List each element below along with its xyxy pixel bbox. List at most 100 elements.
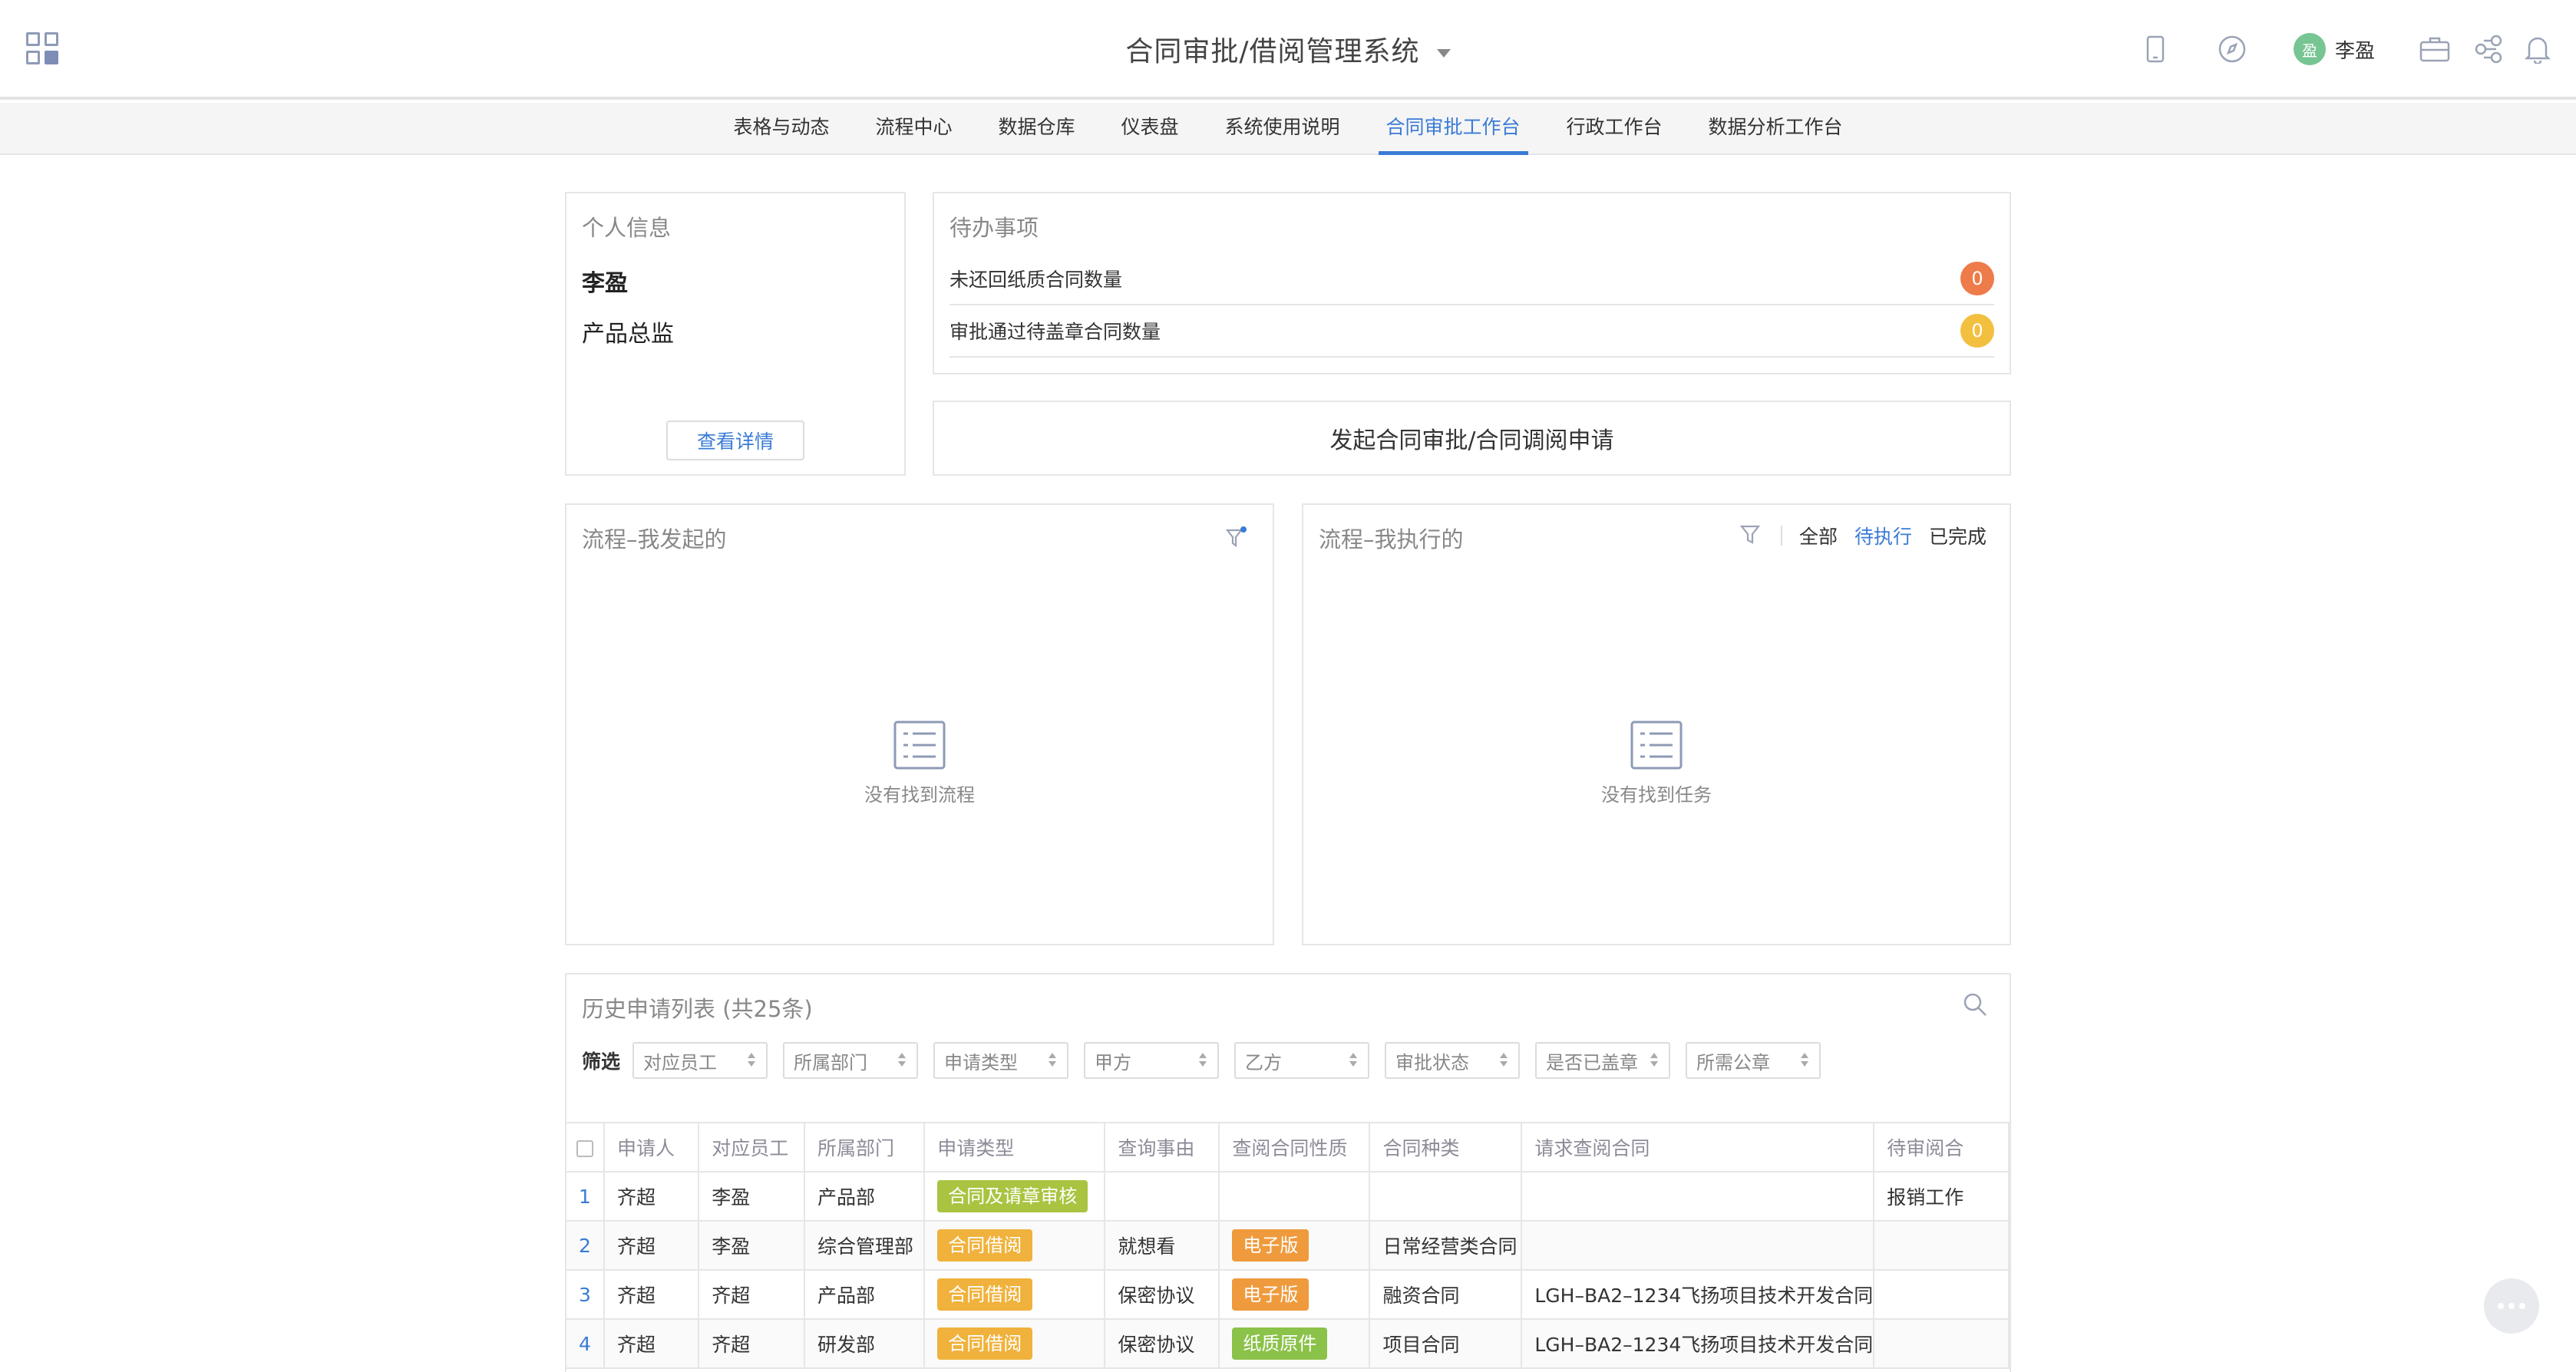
todo-item-pending-seal[interactable]: 审批通过待盖章合同数量 0 <box>949 305 1994 358</box>
nav-item-analytics-workbench[interactable]: 数据分析工作台 <box>1709 103 1843 155</box>
contract-cell: LGH–BA2–1234飞扬项目技术开发合同 <box>1521 1319 1875 1369</box>
filter-sealed[interactable]: 是否已盖章 <box>1535 1042 1671 1079</box>
flow-tabs: 全部 待执行 已完成 <box>1739 522 1986 549</box>
nav-item-dashboard[interactable]: 仪表盘 <box>1121 103 1178 155</box>
flow-started-panel: 流程–我发起的 没有找到流程 <box>565 503 1274 945</box>
app-title: 合同审批/借阅管理系统 <box>1125 36 1420 68</box>
todo-item-unreturned[interactable]: 未还回纸质合同数量 0 <box>949 253 1994 305</box>
filter-icon[interactable] <box>1739 523 1761 548</box>
tag-badge: 合同借阅 <box>937 1229 1033 1262</box>
select-placeholder: 是否已盖章 <box>1546 1051 1639 1074</box>
empty-state: 没有找到任务 <box>1303 720 2010 806</box>
pending-review-cell[interactable]: 报销工作 <box>1874 1172 2010 1222</box>
more-actions-button[interactable] <box>2484 1278 2539 1334</box>
pending-review-cell[interactable] <box>1874 1221 2010 1271</box>
user-full-name: 李盈 <box>582 270 628 297</box>
select-placeholder: 对应员工 <box>643 1051 718 1074</box>
compass-icon[interactable] <box>2214 31 2251 68</box>
pending-review-cell[interactable] <box>1874 1319 2010 1369</box>
tab-all[interactable]: 全部 <box>1799 522 1838 549</box>
column-header[interactable]: 合同种类 <box>1369 1122 1523 1172</box>
column-header[interactable]: 待审阅合 <box>1874 1122 2010 1172</box>
column-header[interactable]: 查阅合同性质 <box>1219 1122 1371 1172</box>
select-placeholder: 乙方 <box>1245 1051 1283 1074</box>
table-row[interactable]: 3 齐超 齐超 产品部 合同借阅 保密协议 电子版 融资合同 LGH–BA2–1234飞扬项目技… <box>566 1270 2010 1320</box>
panel-title: 待办事项 <box>949 215 1039 241</box>
column-header[interactable]: 请求查阅合同 <box>1521 1122 1875 1172</box>
select-placeholder: 所属部门 <box>794 1051 868 1074</box>
bell-icon[interactable] <box>2519 31 2556 68</box>
nav-item-flow-center[interactable]: 流程中心 <box>875 103 952 155</box>
column-header[interactable]: 对应员工 <box>698 1122 805 1172</box>
todo-label: 未还回纸质合同数量 <box>949 269 1123 291</box>
todo-panel: 待办事项 未还回纸质合同数量 0 审批通过待盖章合同数量 0 <box>933 192 2011 374</box>
employee-cell: 李盈 <box>698 1172 805 1222</box>
history-panel: 历史申请列表 (共25条) 筛选 对应员工 所属部门 申请类型 甲方 乙方 审批… <box>565 973 2011 1372</box>
row-index: 3 <box>566 1270 606 1320</box>
tag-badge: 电子版 <box>1232 1229 1309 1262</box>
user-menu[interactable]: 盈 李盈 <box>2294 32 2375 66</box>
sort-icon <box>1801 1053 1808 1067</box>
sort-icon <box>1199 1053 1207 1067</box>
divider <box>1780 526 1782 546</box>
flow-executed-panel: 流程–我执行的 全部 待执行 已完成 没有找到任务 <box>1302 503 2011 945</box>
table-header: 申请人 对应员工 所属部门 申请类型 查询事由 查阅合同性质 合同种类 请求查阅… <box>566 1122 2010 1172</box>
row-index: 4 <box>566 1319 606 1369</box>
column-header[interactable]: 申请类型 <box>924 1122 1106 1172</box>
history-table: 申请人 对应员工 所属部门 申请类型 查询事由 查阅合同性质 合同种类 请求查阅… <box>566 1122 2010 1369</box>
view-details-button[interactable]: 查看详情 <box>666 421 804 460</box>
reason-cell: 就想看 <box>1105 1221 1220 1271</box>
column-header[interactable]: 申请人 <box>604 1122 700 1172</box>
start-request-button[interactable]: 发起合同审批/合同调阅申请 <box>933 401 2011 476</box>
nav-item-contract-workbench[interactable]: 合同审批工作台 <box>1378 103 1528 155</box>
table-row[interactable]: 1 齐超 李盈 产品部 合同及请章审核 报销工作 <box>566 1172 2010 1222</box>
main-nav: 表格与动态 流程中心 数据仓库 仪表盘 系统使用说明 合同审批工作台 行政工作台… <box>0 103 2576 155</box>
nav-item-manual[interactable]: 系统使用说明 <box>1225 103 1340 155</box>
chevron-down-icon <box>1436 48 1451 58</box>
filter-employee[interactable]: 对应员工 <box>632 1042 768 1079</box>
workflow-icon[interactable] <box>2470 31 2507 68</box>
tag-badge: 合同借阅 <box>937 1278 1033 1311</box>
reason-cell: 保密协议 <box>1105 1270 1220 1320</box>
tab-pending[interactable]: 待执行 <box>1854 522 1912 549</box>
tab-completed[interactable]: 已完成 <box>1929 522 1986 549</box>
tag-badge: 合同及请章审核 <box>937 1180 1088 1212</box>
filter-icon[interactable] <box>1225 526 1248 552</box>
table-row[interactable]: 2 齐超 李盈 综合管理部 合同借阅 就想看 电子版 日常经营类合同 <box>566 1221 2010 1271</box>
panel-title: 流程–我执行的 <box>1319 526 1464 552</box>
department-cell: 综合管理部 <box>804 1221 926 1271</box>
top-header: 合同审批/借阅管理系统 盈 李盈 <box>0 0 2576 100</box>
nav-item-admin-workbench[interactable]: 行政工作台 <box>1567 103 1663 155</box>
column-header[interactable]: 查询事由 <box>1105 1122 1220 1172</box>
contract-kind-cell: 项目合同 <box>1369 1319 1523 1369</box>
filter-required-seal[interactable]: 所需公章 <box>1686 1042 1821 1079</box>
contract-kind-cell: 日常经营类合同 <box>1369 1221 1523 1271</box>
nav-item-data-warehouse[interactable]: 数据仓库 <box>998 103 1075 155</box>
column-header[interactable]: 所属部门 <box>804 1122 926 1172</box>
select-all-checkbox[interactable] <box>566 1122 606 1172</box>
sort-icon <box>1349 1053 1357 1067</box>
panel-title: 个人信息 <box>582 215 672 241</box>
filter-request-type[interactable]: 申请类型 <box>933 1042 1069 1079</box>
contract-nature-cell <box>1219 1172 1371 1222</box>
nav-item-tables[interactable]: 表格与动态 <box>733 103 829 155</box>
reason-cell: 保密协议 <box>1105 1319 1220 1369</box>
applicant-cell: 齐超 <box>604 1270 700 1320</box>
mobile-icon[interactable] <box>2137 31 2174 68</box>
select-placeholder: 甲方 <box>1095 1051 1132 1074</box>
tag-badge: 电子版 <box>1232 1278 1309 1311</box>
pending-review-cell[interactable] <box>1874 1270 2010 1320</box>
filter-party-a[interactable]: 甲方 <box>1084 1042 1220 1079</box>
filter-department[interactable]: 所属部门 <box>783 1042 919 1079</box>
search-icon[interactable] <box>1962 991 1988 1021</box>
list-icon <box>1630 720 1683 773</box>
app-title-switcher[interactable]: 合同审批/借阅管理系统 <box>0 29 2576 69</box>
row-index: 1 <box>566 1172 606 1222</box>
filter-party-b[interactable]: 乙方 <box>1234 1042 1370 1079</box>
applicant-cell: 齐超 <box>604 1221 700 1271</box>
contract-nature-cell: 纸质原件 <box>1219 1319 1371 1369</box>
filter-approval-status[interactable]: 审批状态 <box>1385 1042 1521 1079</box>
table-row[interactable]: 4 齐超 齐超 研发部 合同借阅 保密协议 纸质原件 项目合同 LGH–BA2–1234飞扬项目… <box>566 1319 2010 1369</box>
briefcase-icon[interactable] <box>2416 31 2453 68</box>
request-type-cell: 合同借阅 <box>924 1221 1106 1271</box>
